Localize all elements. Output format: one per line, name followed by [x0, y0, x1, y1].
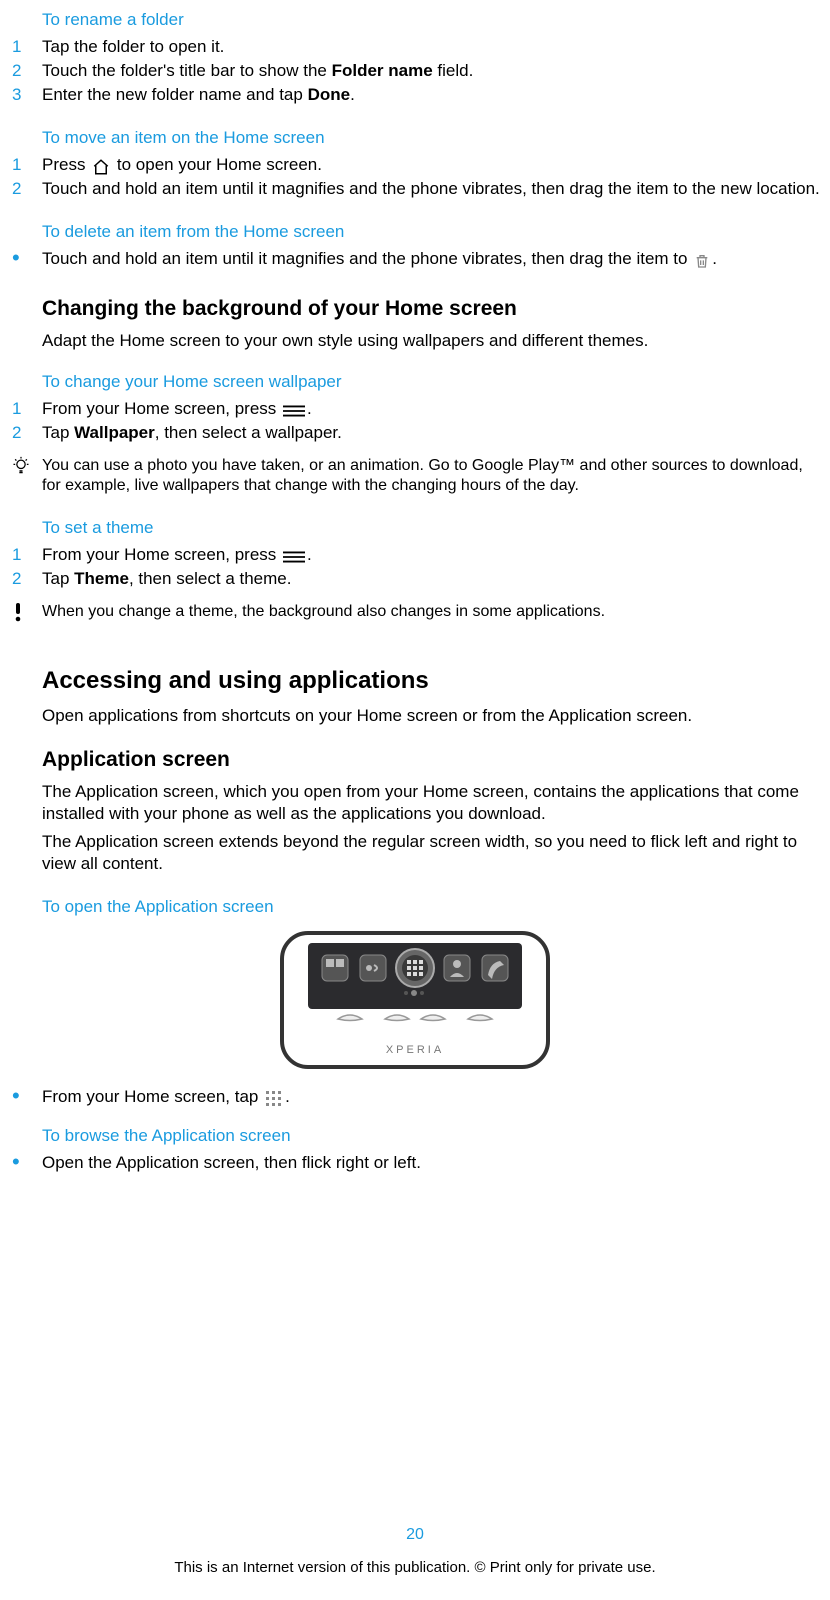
step-text: Tap Wallpaper, then select a wallpaper.	[42, 422, 830, 444]
step-text: Open the Application screen, then flick …	[42, 1152, 830, 1174]
step-number: 1	[0, 154, 42, 176]
content: To rename a folder 1 Tap the folder to o…	[0, 10, 830, 1174]
text-pre: Tap	[42, 423, 74, 442]
text-post: .	[307, 545, 312, 564]
list-item: 1 Tap the folder to open it.	[0, 36, 830, 58]
step-text: From your Home screen, tap .	[42, 1086, 830, 1108]
bullet-icon: •	[0, 248, 42, 268]
warning-text: When you change a theme, the background …	[42, 602, 830, 622]
tip-note: You can use a photo you have taken, or a…	[0, 456, 830, 496]
step-text: Enter the new folder name and tap Done.	[42, 84, 830, 106]
text-post: .	[350, 85, 355, 104]
heading-set-theme: To set a theme	[42, 518, 830, 538]
text-bold: Done	[308, 85, 351, 104]
svg-text:XPERIA: XPERIA	[386, 1044, 444, 1056]
step-number: 2	[0, 60, 42, 82]
heading-application-screen: Application screen	[42, 747, 830, 773]
list-item: • From your Home screen, tap .	[0, 1086, 830, 1108]
step-text: Press to open your Home screen.	[42, 154, 830, 176]
paragraph: The Application screen extends beyond th…	[42, 831, 824, 875]
text-pre: Tap	[42, 569, 74, 588]
text-post: .	[712, 249, 717, 268]
bullet-icon: •	[0, 1152, 42, 1172]
step-text: Touch and hold an item until it magnifie…	[42, 178, 830, 200]
text-post: to open your Home screen.	[112, 155, 322, 174]
phone-illustration: XPERIA	[0, 931, 830, 1076]
heading-delete-item: To delete an item from the Home screen	[42, 222, 830, 242]
step-text: Tap the folder to open it.	[42, 36, 830, 58]
text-post: , then select a wallpaper.	[155, 423, 342, 442]
text-bold: Wallpaper	[74, 423, 155, 442]
heading-change-background: Changing the background of your Home scr…	[42, 296, 830, 322]
heading-open-app-screen: To open the Application screen	[42, 897, 830, 917]
step-text: From your Home screen, press .	[42, 544, 830, 566]
text-pre: Touch the folder's title bar to show the	[42, 61, 332, 80]
text-pre: From your Home screen, press	[42, 545, 281, 564]
list-item: 2 Touch the folder's title bar to show t…	[0, 60, 830, 82]
text-bold: Folder name	[332, 61, 433, 80]
list-item: 2 Tap Theme, then select a theme.	[0, 568, 830, 590]
heading-accessing-apps: Accessing and using applications	[42, 667, 830, 695]
list-item: • Touch and hold an item until it magnif…	[0, 248, 830, 270]
step-number: 2	[0, 178, 42, 200]
menu-icon	[283, 550, 305, 564]
text-pre: Press	[42, 155, 90, 174]
list-item: 1 From your Home screen, press .	[0, 398, 830, 420]
paragraph: Open applications from shortcuts on your…	[42, 705, 824, 727]
step-text: From your Home screen, press .	[42, 398, 830, 420]
text-post: .	[285, 1087, 290, 1106]
heading-browse-app-screen: To browse the Application screen	[42, 1126, 830, 1146]
text-post: field.	[433, 61, 474, 80]
paragraph: Adapt the Home screen to your own style …	[42, 330, 824, 352]
step-number: 1	[0, 36, 42, 58]
text-pre: Touch and hold an item until it magnifie…	[42, 249, 692, 268]
heading-change-wallpaper: To change your Home screen wallpaper	[42, 372, 830, 392]
text-pre: Enter the new folder name and tap	[42, 85, 308, 104]
list-item: 1 From your Home screen, press .	[0, 544, 830, 566]
page-number: 20	[0, 1526, 830, 1544]
paragraph: The Application screen, which you open f…	[42, 781, 824, 825]
warning-icon	[0, 602, 42, 627]
text-post: , then select a theme.	[129, 569, 292, 588]
step-text: Touch the folder's title bar to show the…	[42, 60, 830, 82]
menu-icon	[283, 404, 305, 418]
step-text: Tap Theme, then select a theme.	[42, 568, 830, 590]
heading-rename-folder: To rename a folder	[42, 10, 830, 30]
heading-move-item: To move an item on the Home screen	[42, 128, 830, 148]
text-post: .	[307, 399, 312, 418]
list-item: 2 Tap Wallpaper, then select a wallpaper…	[0, 422, 830, 444]
text-bold: Theme	[74, 569, 129, 588]
footer-text: This is an Internet version of this publ…	[0, 1559, 830, 1576]
step-number: 3	[0, 84, 42, 106]
step-number: 1	[0, 398, 42, 420]
tip-icon	[0, 456, 42, 481]
warning-note: When you change a theme, the background …	[0, 602, 830, 627]
step-number: 2	[0, 568, 42, 590]
list-item: 1 Press to open your Home screen.	[0, 154, 830, 176]
list-item: 3 Enter the new folder name and tap Done…	[0, 84, 830, 106]
step-text: Touch and hold an item until it magnifie…	[42, 248, 830, 270]
home-icon	[92, 158, 110, 176]
bullet-icon: •	[0, 1086, 42, 1106]
text-pre: From your Home screen, tap	[42, 1087, 263, 1106]
tip-text: You can use a photo you have taken, or a…	[42, 456, 830, 496]
list-item: 2 Touch and hold an item until it magnif…	[0, 178, 830, 200]
page: To rename a folder 1 Tap the folder to o…	[0, 10, 830, 1600]
list-item: • Open the Application screen, then flic…	[0, 1152, 830, 1174]
text-pre: From your Home screen, press	[42, 399, 281, 418]
apps-grid-icon	[265, 1090, 283, 1108]
trash-icon	[694, 252, 710, 270]
step-number: 2	[0, 422, 42, 444]
step-number: 1	[0, 544, 42, 566]
